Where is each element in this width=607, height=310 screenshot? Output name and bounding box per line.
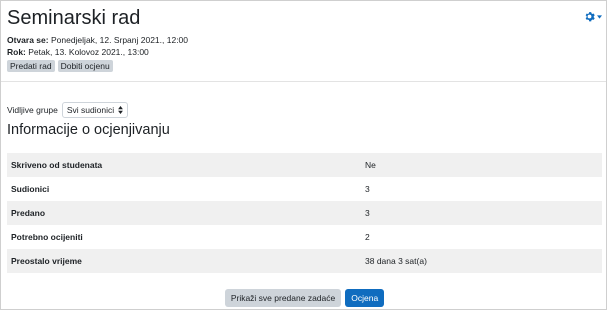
due-date-row: Rok: Petak, 13. Kolovoz 2021., 13:00 — [7, 46, 188, 58]
table-row: Potrebno ocijeniti 2 — [7, 225, 602, 249]
row-value: 2 — [365, 232, 370, 242]
visible-groups-selected: Svi sudionici — [66, 105, 115, 115]
status-badge: Dobiti ocjenu — [57, 60, 113, 72]
row-label: Sudionici — [11, 184, 50, 194]
grade-button[interactable]: Ocjena — [345, 289, 385, 307]
row-value: 3 — [361, 201, 602, 225]
row-label: Potrebno ocijeniti — [11, 232, 83, 242]
row-label: Predano — [7, 201, 361, 225]
chevron-down-icon — [597, 14, 602, 19]
table-row: Sudionici 3 — [7, 177, 602, 201]
grading-summary-title: Informacije o ocjenjivanju — [7, 122, 170, 138]
assignment-page: Seminarski rad Otvara se: Ponedjeljak, 1… — [0, 0, 607, 310]
action-buttons: Prikaži sve predane zadaće Ocjena — [1, 289, 607, 307]
page-title: Seminarski rad — [7, 7, 141, 29]
visible-groups-select[interactable]: Svi sudionici — [61, 102, 128, 118]
row-label: Preostalo vrijeme — [7, 249, 361, 273]
table-row: Preostalo vrijeme 38 dana 3 sat(a) — [7, 249, 602, 273]
row-label: Skriveno od studenata — [7, 153, 361, 177]
grading-summary-table: Skriveno od studenata Ne Sudionici 3 Pre… — [7, 153, 602, 273]
row-value: Ne — [361, 153, 602, 177]
opens-date-row: Otvara se: Ponedjeljak, 12. Srpanj 2021.… — [7, 34, 188, 46]
row-value: 3 — [365, 184, 370, 194]
view-all-submissions-button[interactable]: Prikaži sve predane zadaće — [224, 289, 342, 307]
due-value: Petak, 13. Kolovoz 2021., 13:00 — [28, 47, 149, 57]
visible-groups-label: Vidljive grupe — [7, 105, 58, 115]
select-arrows-icon — [117, 106, 123, 114]
gear-icon — [585, 12, 595, 22]
settings-menu-button[interactable] — [584, 11, 602, 22]
visible-groups-row: Vidljive grupe Svi sudionici — [7, 102, 128, 118]
table-row: Skriveno od studenata Ne — [7, 153, 602, 177]
assignment-dates: Otvara se: Ponedjeljak, 12. Srpanj 2021.… — [7, 34, 188, 58]
divider — [1, 81, 606, 82]
opens-label: Otvara se: — [7, 35, 49, 45]
row-value: 38 dana 3 sat(a) — [361, 249, 602, 273]
due-label: Rok: — [7, 47, 26, 57]
opens-value: Ponedjeljak, 12. Srpanj 2021., 12:00 — [50, 35, 189, 45]
status-badges: Predati rad Dobiti ocjenu — [7, 60, 113, 72]
status-badge: Predati rad — [7, 60, 55, 72]
table-row: Predano 3 — [7, 201, 602, 225]
